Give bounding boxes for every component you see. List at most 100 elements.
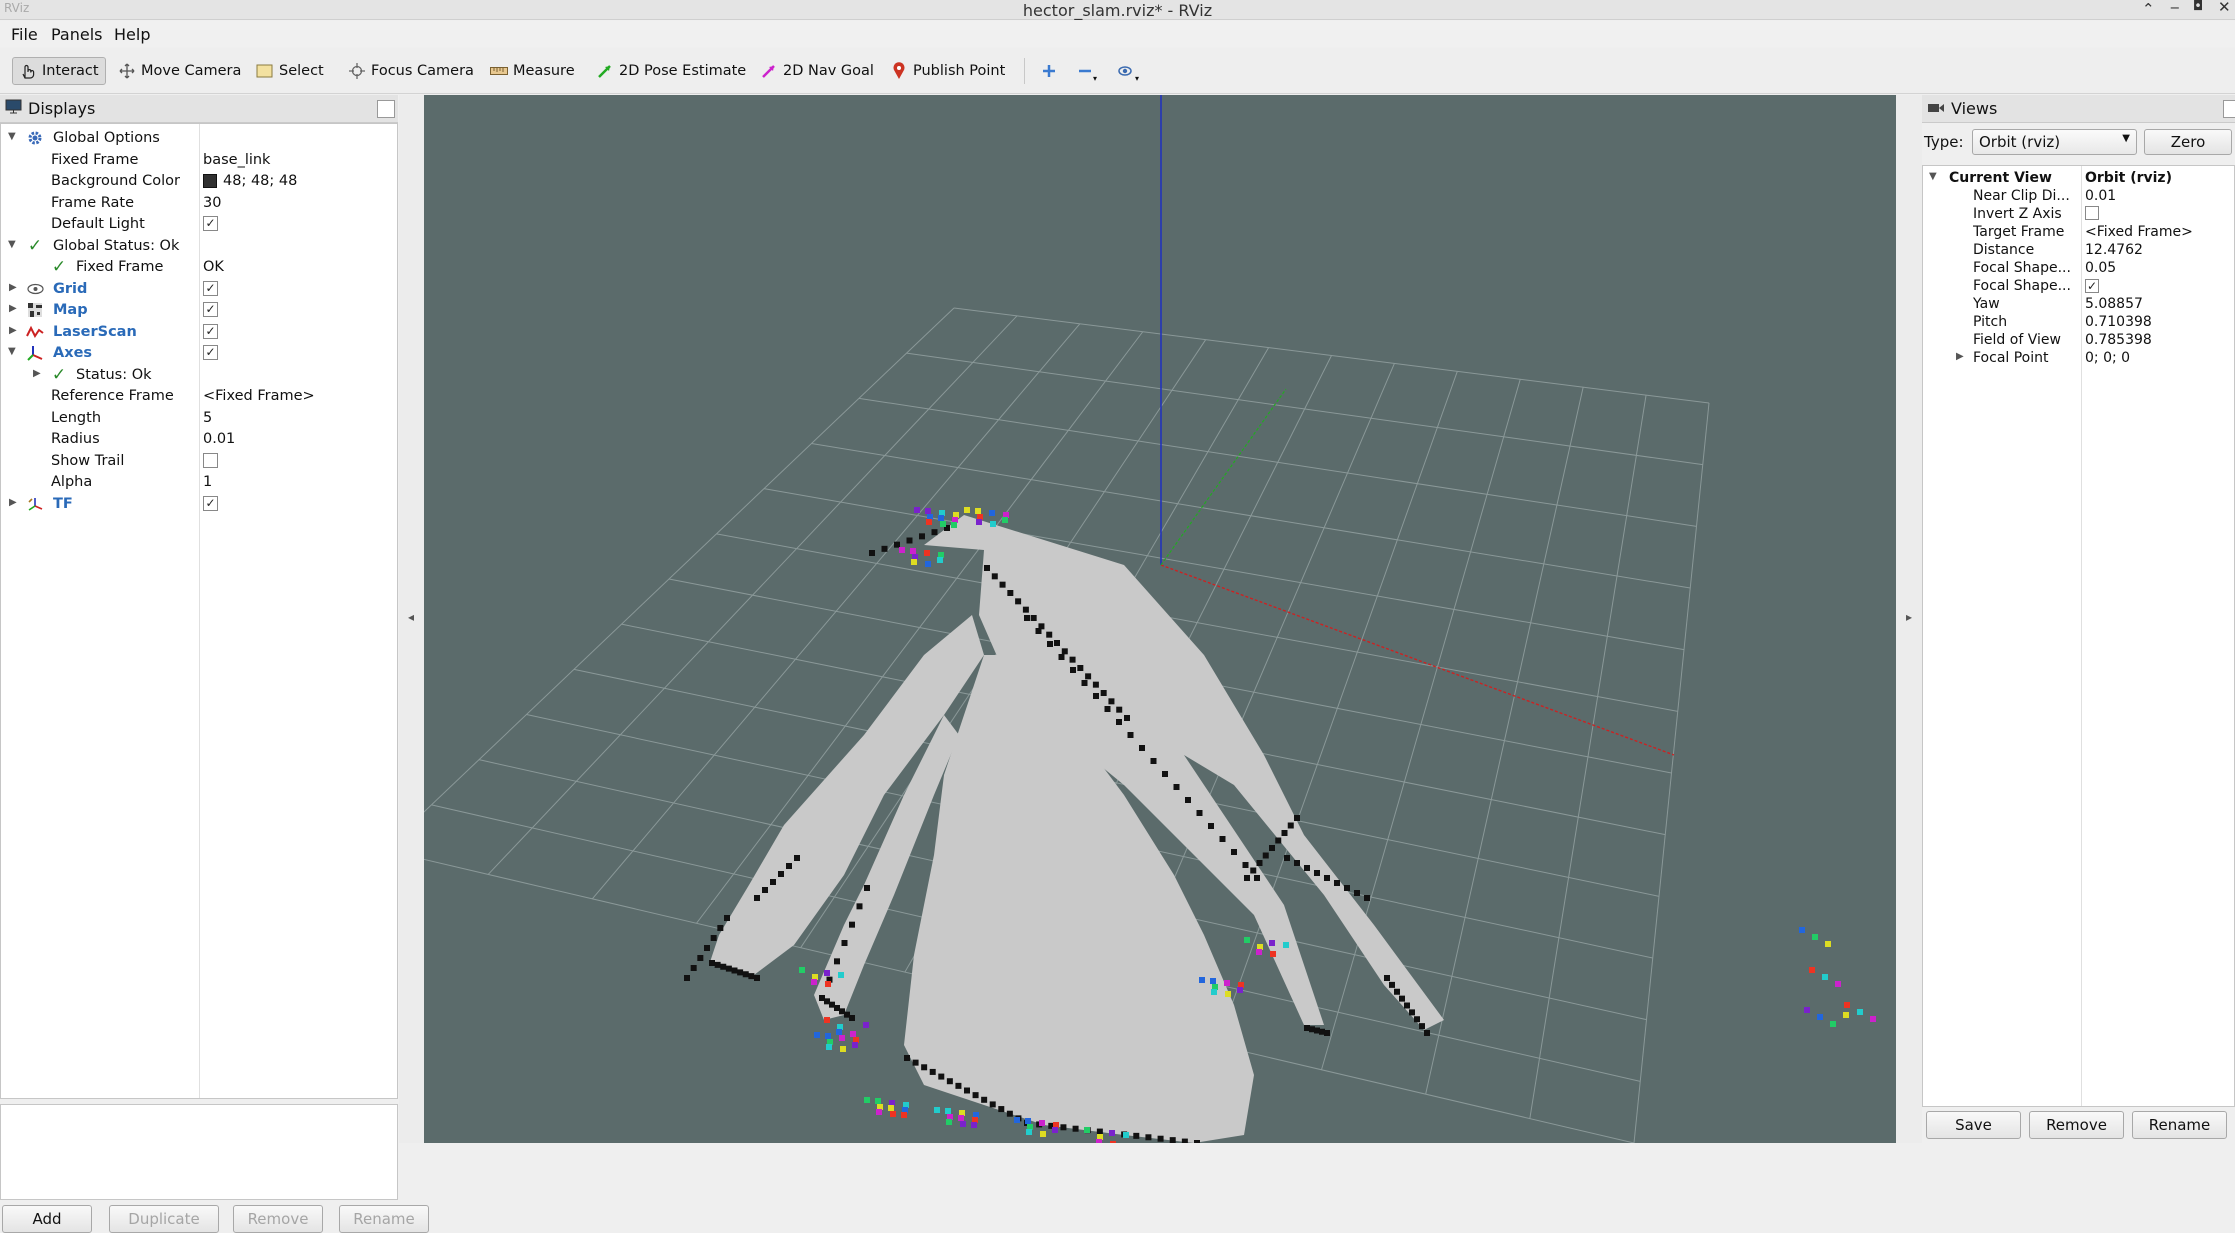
tree-row-focal-shape-size[interactable]: Focal Shape... 0.05 [1923,259,2234,277]
focus-camera-tool[interactable]: Focus Camera [348,57,474,85]
pose-estimate-tool[interactable]: 2D Pose Estimate [596,57,746,85]
tree-row-fixed-frame[interactable]: Fixed Frame base_link [1,150,397,171]
grid-enabled-checkbox[interactable]: ✓ [203,281,218,296]
camera-type-button[interactable]: ▾ [1116,57,1139,85]
nav-goal-tool[interactable]: 2D Nav Goal [760,57,874,85]
view-type-select[interactable]: Orbit (rviz) ▼ [1972,129,2137,155]
tree-row-yaw[interactable]: Yaw 5.08857 [1923,295,2234,313]
tree-row-global-status[interactable]: ▼ ✓ Global Status: Ok [1,236,397,257]
near-clip-value[interactable]: 0.01 [2085,188,2116,204]
occupied-cell [1024,615,1030,621]
tree-row-target-frame[interactable]: Target Frame <Fixed Frame> [1923,223,2234,241]
tree-row-focal-shape-fixed[interactable]: Focal Shape... ✓ [1923,277,2234,295]
invert-z-checkbox[interactable] [2085,206,2099,220]
render-viewport[interactable] [424,95,1896,1143]
collapse-left-icon[interactable]: ◂ [408,610,414,624]
occupied-cell [704,945,710,951]
tree-row-grid[interactable]: ▶ Grid ✓ [1,279,397,300]
collapse-right-icon[interactable]: ▸ [1906,610,1912,624]
occupied-cell [1096,1128,1103,1135]
tree-row-default-light[interactable]: Default Light ✓ [1,214,397,235]
background-color-value[interactable]: 48; 48; 48 [203,173,297,189]
close-icon[interactable]: ✕ [2218,0,2231,16]
tree-row-reference-frame[interactable]: Reference Frame <Fixed Frame> [1,386,397,407]
focal-point-value[interactable]: 0; 0; 0 [2085,350,2130,366]
tree-row-focal-point[interactable]: ▶ Focal Point 0; 0; 0 [1923,349,2234,367]
tree-row-frame-rate[interactable]: Frame Rate 30 [1,193,397,214]
tree-row-radius[interactable]: Radius 0.01 [1,429,397,450]
tree-row-pitch[interactable]: Pitch 0.710398 [1923,313,2234,331]
occupied-cell [1081,680,1088,686]
tree-row-distance[interactable]: Distance 12.4762 [1923,241,2234,259]
length-value[interactable]: 5 [203,410,212,426]
publish-point-tool[interactable]: Publish Point [890,57,1005,85]
axes-enabled-checkbox[interactable]: ✓ [203,345,218,360]
frame-rate-value[interactable]: 30 [203,195,221,211]
tree-row-length[interactable]: Length 5 [1,408,397,429]
save-view-button[interactable]: Save [1926,1111,2021,1139]
tree-row-show-trail[interactable]: Show Trail [1,451,397,472]
left-splitter[interactable]: ◂ [399,95,424,1143]
tree-row-map[interactable]: ▶ Map ✓ [1,300,397,321]
distance-value[interactable]: 12.4762 [2085,242,2143,258]
tree-row-status-fixed-frame[interactable]: ✓ Fixed Frame OK [1,257,397,278]
field-of-view-value[interactable]: 0.785398 [2085,332,2152,348]
measure-tool[interactable]: Measure [490,57,575,85]
tf-enabled-checkbox[interactable]: ✓ [203,496,218,511]
radius-value[interactable]: 0.01 [203,431,235,447]
tree-row-tf[interactable]: ▶ TF ✓ [1,494,397,515]
default-light-checkbox[interactable]: ✓ [203,216,218,231]
select-tool[interactable]: Select [256,57,324,85]
tree-row-global-options[interactable]: ▼ Global Options [1,128,397,149]
right-splitter[interactable]: ▸ [1896,95,1922,1143]
occupied-cell [946,1078,953,1085]
menu-panels[interactable]: Panels [51,25,103,44]
displays-undock-checkbox[interactable] [377,100,395,118]
focal-shape-size-value[interactable]: 0.05 [2085,260,2116,276]
scan-point [825,981,831,987]
menu-help[interactable]: Help [114,25,150,44]
minimize-icon[interactable]: ⌃ [2142,0,2155,18]
target-frame-value[interactable]: <Fixed Frame> [2085,224,2193,240]
add-display-button[interactable]: Add [2,1205,92,1233]
remove-tool-button[interactable]: ▾ [1076,57,1097,85]
duplicate-display-button[interactable]: Duplicate [109,1205,219,1233]
tree-row-field-of-view[interactable]: Field of View 0.785398 [1923,331,2234,349]
interact-tool[interactable]: Interact [12,57,106,85]
views-buttons: Save Remove Rename [1926,1111,2227,1139]
rename-view-button[interactable]: Rename [2132,1111,2227,1139]
tree-row-background-color[interactable]: Background Color 48; 48; 48 [1,171,397,192]
scan-point [852,1042,858,1048]
views-panel: Views Type: Orbit (rviz) ▼ Zero ▼ Curren… [1922,95,2235,1143]
reference-frame-value[interactable]: <Fixed Frame> [203,388,315,404]
tree-row-current-view[interactable]: ▼ Current View Orbit (rviz) [1923,169,2234,187]
menu-file[interactable]: File [11,25,38,44]
tree-row-laserscan[interactable]: ▶ LaserScan ✓ [1,322,397,343]
maximize-icon[interactable]: ◘ [2193,0,2203,14]
move-camera-icon [118,62,136,80]
tree-row-axes[interactable]: ▼ Axes ✓ [1,343,397,364]
rename-display-button[interactable]: Rename [339,1205,429,1233]
remove-display-button[interactable]: Remove [233,1205,323,1233]
fixed-frame-value[interactable]: base_link [203,152,270,168]
tree-row-near-clip[interactable]: Near Clip Di... 0.01 [1923,187,2234,205]
occupied-cell [849,921,855,928]
alpha-value[interactable]: 1 [203,474,212,490]
focal-shape-fixed-checkbox[interactable]: ✓ [2085,279,2099,293]
yaw-value[interactable]: 5.08857 [2085,296,2143,312]
zero-button[interactable]: Zero [2144,129,2232,155]
views-undock-checkbox[interactable] [2223,100,2235,118]
occupied-cell [1077,665,1084,671]
show-trail-checkbox[interactable] [203,453,218,468]
move-camera-tool[interactable]: Move Camera [118,57,241,85]
pitch-value[interactable]: 0.710398 [2085,314,2152,330]
tree-row-axes-status[interactable]: ▶ ✓ Status: Ok [1,365,397,386]
remove-view-button[interactable]: Remove [2029,1111,2124,1139]
laserscan-enabled-checkbox[interactable]: ✓ [203,324,218,339]
add-tool-button[interactable] [1040,57,1058,85]
map-enabled-checkbox[interactable]: ✓ [203,302,218,317]
restore-icon[interactable]: ‒ [2170,0,2180,16]
tree-row-alpha[interactable]: Alpha 1 [1,472,397,493]
tree-row-invert-z[interactable]: Invert Z Axis [1923,205,2234,223]
occupied-cell [1344,885,1350,891]
